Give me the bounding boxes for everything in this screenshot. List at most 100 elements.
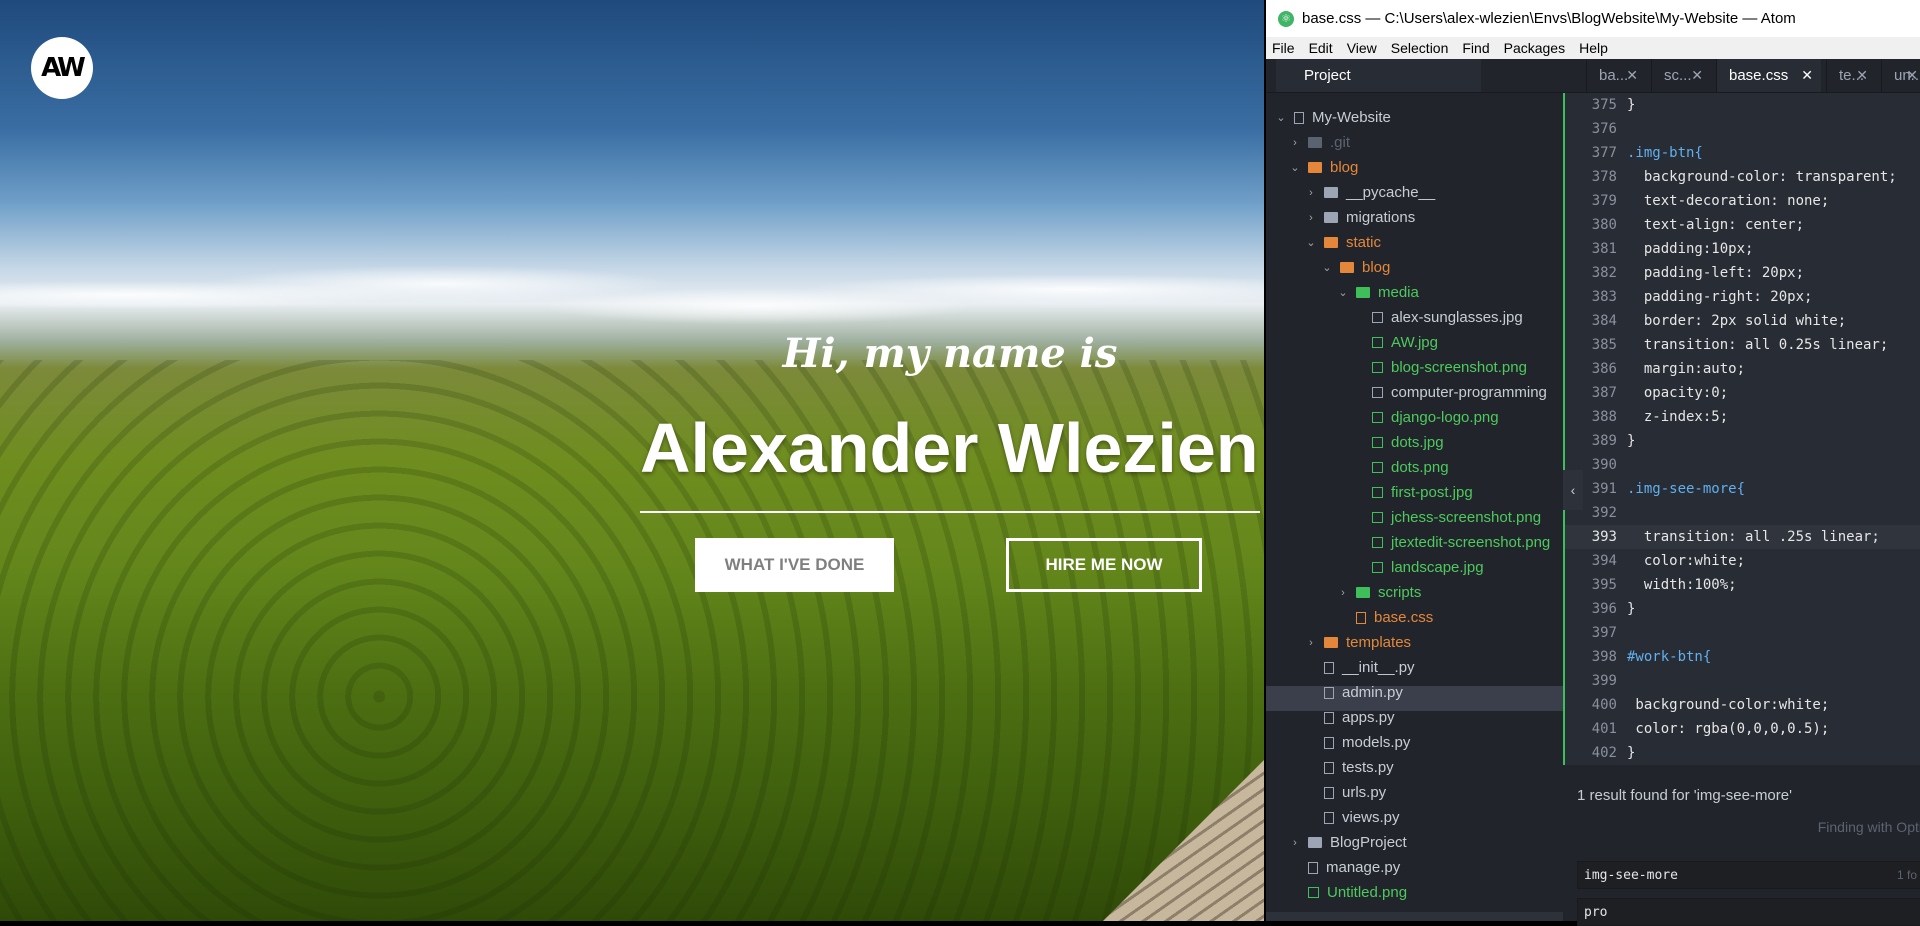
tree-file[interactable]: urls.py bbox=[1304, 780, 1386, 805]
close-tab-icon[interactable]: ✕ bbox=[1906, 67, 1918, 84]
tree-file[interactable]: first-post.jpg bbox=[1352, 480, 1473, 505]
tree-file[interactable]: apps.py bbox=[1304, 705, 1395, 730]
menu-help[interactable]: Help bbox=[1573, 40, 1616, 56]
code-line[interactable]: background-color:white; bbox=[1627, 697, 1829, 713]
tree-file[interactable]: jtextedit-screenshot.png bbox=[1352, 530, 1550, 555]
project-panel-tab[interactable]: Project bbox=[1276, 59, 1481, 92]
tree-item-label: Untitled.png bbox=[1327, 884, 1408, 901]
folder-icon bbox=[1324, 237, 1338, 248]
tree-item-label: tests.py bbox=[1342, 759, 1394, 776]
tree-file[interactable]: models.py bbox=[1304, 730, 1410, 755]
code-line[interactable]: } bbox=[1627, 433, 1635, 449]
tree-file[interactable]: AW.jpg bbox=[1352, 330, 1438, 355]
code-line[interactable]: z-index:5; bbox=[1627, 409, 1728, 425]
tree-file[interactable]: manage.py bbox=[1288, 855, 1400, 880]
tree-file[interactable]: __init__.py bbox=[1304, 655, 1415, 680]
line-number: 382 bbox=[1591, 265, 1617, 281]
file-tab[interactable]: te... ✕ bbox=[1826, 59, 1876, 92]
menu-view[interactable]: View bbox=[1341, 40, 1385, 56]
code-line[interactable]: opacity:0; bbox=[1627, 385, 1728, 401]
tree-folder[interactable]: › templates bbox=[1304, 630, 1411, 655]
folder-icon bbox=[1308, 837, 1322, 848]
tree-file[interactable]: views.py bbox=[1304, 805, 1400, 830]
menu-file[interactable]: File bbox=[1266, 40, 1303, 56]
line-number: 396 bbox=[1591, 601, 1617, 617]
code-line[interactable]: } bbox=[1627, 745, 1635, 761]
close-tab-icon[interactable]: ✕ bbox=[1626, 67, 1638, 84]
tree-folder[interactable]: › BlogProject bbox=[1288, 830, 1407, 855]
tree-file[interactable]: computer-programming bbox=[1352, 380, 1547, 405]
tree-file[interactable]: blog-screenshot.png bbox=[1352, 355, 1527, 380]
tree-item-label: manage.py bbox=[1326, 859, 1401, 876]
code-line[interactable]: #work-btn{ bbox=[1627, 649, 1711, 665]
tree-file[interactable]: base.css bbox=[1336, 605, 1433, 630]
work-button[interactable]: WHAT I'VE DONE bbox=[695, 538, 894, 592]
hero-divider bbox=[640, 511, 1260, 513]
file-icon bbox=[1324, 761, 1334, 774]
menu-edit[interactable]: Edit bbox=[1303, 40, 1341, 56]
code-line[interactable]: margin:auto; bbox=[1627, 361, 1745, 377]
site-logo[interactable]: AW bbox=[31, 37, 93, 99]
tree-item-label: alex-sunglasses.jpg bbox=[1391, 309, 1523, 326]
tree-file[interactable]: dots.jpg bbox=[1352, 430, 1444, 455]
line-number: 381 bbox=[1591, 241, 1617, 257]
code-line[interactable]: } bbox=[1627, 97, 1635, 113]
tree-folder[interactable]: › .git bbox=[1288, 130, 1350, 155]
file-tab[interactable]: un...✕ bbox=[1881, 59, 1920, 92]
menu-packages[interactable]: Packages bbox=[1498, 40, 1573, 56]
code-editor[interactable]: 375} 376 377 .img-btn{378 background-color:… bbox=[1563, 93, 1920, 765]
chevron-right-icon: › bbox=[1309, 211, 1313, 224]
tree-file[interactable]: django-logo.png bbox=[1352, 405, 1499, 430]
close-tab-icon[interactable]: ✕ bbox=[1856, 67, 1868, 84]
code-line[interactable]: padding:10px; bbox=[1627, 241, 1754, 257]
code-line[interactable]: text-align: center; bbox=[1627, 217, 1804, 233]
line-number: 400 bbox=[1591, 697, 1617, 713]
code-line[interactable]: border: 2px solid white; bbox=[1627, 313, 1846, 329]
menu-find[interactable]: Find bbox=[1456, 40, 1497, 56]
tree-item-label: My-Website bbox=[1312, 109, 1391, 126]
image-file-icon bbox=[1372, 412, 1383, 423]
tree-file[interactable]: landscape.jpg bbox=[1352, 555, 1484, 580]
file-tab[interactable]: sc... ✕ bbox=[1651, 59, 1711, 92]
hire-button[interactable]: HIRE ME NOW bbox=[1006, 538, 1202, 592]
code-line[interactable]: color:white; bbox=[1627, 553, 1745, 569]
code-line[interactable]: .img-see-more{ bbox=[1627, 481, 1745, 497]
tree-folder[interactable]: ⌄ blog bbox=[1320, 255, 1390, 280]
tree-folder[interactable]: ⌄ media bbox=[1336, 280, 1418, 305]
code-line[interactable]: background-color: transparent; bbox=[1627, 169, 1897, 185]
file-tab[interactable]: ba... ✕ bbox=[1586, 59, 1646, 92]
line-number: 384 bbox=[1591, 313, 1617, 329]
replace-input[interactable]: pro bbox=[1577, 898, 1920, 926]
tree-file[interactable]: Untitled.png bbox=[1288, 880, 1407, 905]
tree-folder[interactable]: ⌄ My-Website bbox=[1274, 105, 1391, 130]
code-line[interactable]: .img-btn{ bbox=[1627, 145, 1703, 161]
tree-file[interactable]: tests.py bbox=[1304, 755, 1394, 780]
tree-scrollbar[interactable] bbox=[1266, 912, 1563, 921]
menu-selection[interactable]: Selection bbox=[1385, 40, 1457, 56]
code-line[interactable]: transition: all 0.25s linear; bbox=[1627, 337, 1888, 353]
tree-folder[interactable]: › scripts bbox=[1336, 580, 1421, 605]
tree-file[interactable]: jchess-screenshot.png bbox=[1352, 505, 1541, 530]
tree-file[interactable]: alex-sunglasses.jpg bbox=[1352, 305, 1523, 330]
find-input[interactable]: img-see-more 1 fo bbox=[1577, 861, 1920, 889]
tree-file[interactable]: admin.py bbox=[1304, 680, 1403, 705]
close-tab-icon[interactable]: ✕ bbox=[1801, 67, 1813, 84]
file-tab[interactable]: base.css ✕ bbox=[1716, 59, 1821, 92]
code-line[interactable]: text-decoration: none; bbox=[1627, 193, 1829, 209]
close-tab-icon[interactable]: ✕ bbox=[1691, 67, 1703, 84]
code-line[interactable]: transition: all .25s linear; bbox=[1627, 529, 1880, 545]
code-line[interactable]: } bbox=[1627, 601, 1635, 617]
chevron-down-icon: ⌄ bbox=[1306, 237, 1316, 249]
tree-folder[interactable]: ⌄ blog bbox=[1288, 155, 1358, 180]
code-line[interactable]: padding-left: 20px; bbox=[1627, 265, 1804, 281]
tree-folder[interactable]: › migrations bbox=[1304, 205, 1415, 230]
collapse-tree-icon[interactable]: ‹ bbox=[1563, 470, 1583, 510]
code-line[interactable]: color: rgba(0,0,0,0.5); bbox=[1627, 721, 1829, 737]
code-line[interactable]: padding-right: 20px; bbox=[1627, 289, 1813, 305]
tree-folder[interactable]: ⌄ static bbox=[1304, 230, 1381, 255]
tree-folder[interactable]: › __pycache__ bbox=[1304, 180, 1435, 205]
tree-file[interactable]: dots.png bbox=[1352, 455, 1449, 480]
code-line[interactable]: width:100%; bbox=[1627, 577, 1737, 593]
title-bar[interactable]: ⚛ base.css — C:\Users\alex-wlezien\Envs\… bbox=[1266, 0, 1920, 37]
chevron-right-icon: › bbox=[1293, 136, 1297, 149]
